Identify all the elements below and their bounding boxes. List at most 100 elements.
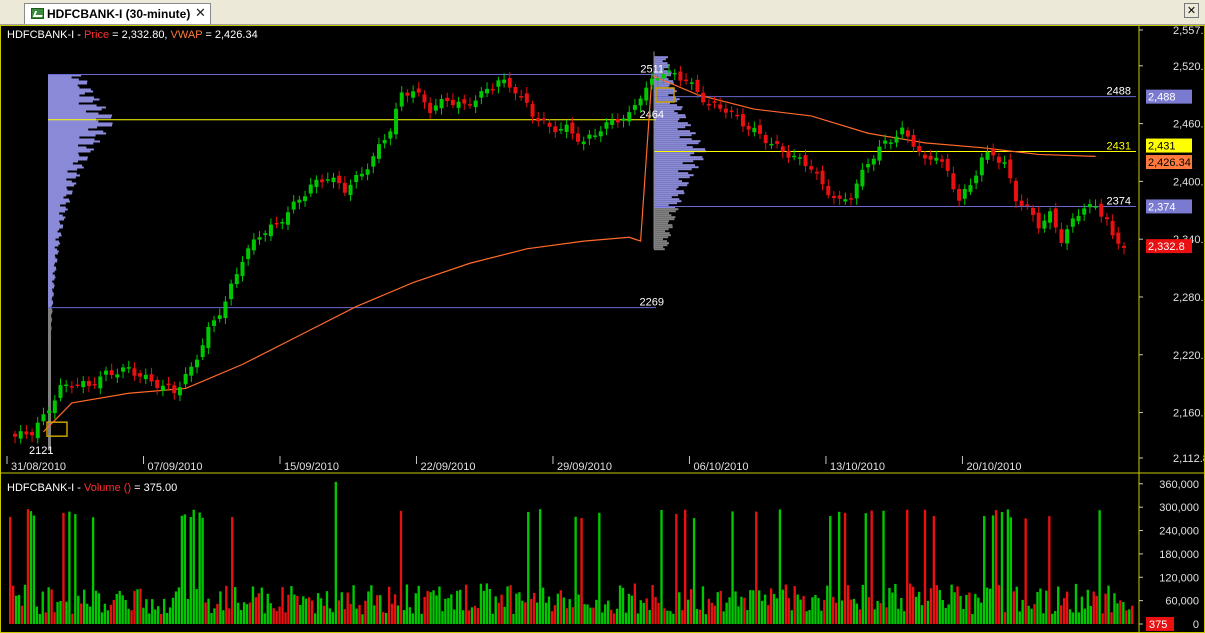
profile-bin xyxy=(48,130,104,133)
volume-bar xyxy=(743,597,746,624)
volume-bar xyxy=(1092,591,1095,624)
candle-down xyxy=(416,88,421,93)
price-volume-chart[interactable]: 2,557.22,520.02,460.02,400.02,340.02,280… xyxy=(1,26,1204,632)
volume-bar xyxy=(242,602,246,624)
candle-down xyxy=(166,383,171,386)
chart-tab[interactable]: HDFCBANK-I (30-minute) ✕ xyxy=(24,3,211,24)
volume-bar xyxy=(521,600,524,624)
profile-bin xyxy=(654,158,704,161)
volume-bar xyxy=(900,597,903,624)
candle-up xyxy=(325,179,330,181)
profile-bin xyxy=(48,300,53,303)
volume-bar xyxy=(35,606,39,624)
volume-bar xyxy=(686,599,690,624)
profile-bin xyxy=(48,370,51,373)
profile-bin xyxy=(48,324,51,327)
volume-bar xyxy=(592,607,595,624)
volume-bar xyxy=(302,596,305,624)
candle-up xyxy=(246,248,251,260)
volume-bar xyxy=(642,602,645,624)
profile-bin xyxy=(48,104,97,107)
profile-bin xyxy=(48,230,58,233)
volume-bar xyxy=(1065,591,1069,624)
profile-bin xyxy=(48,162,73,165)
profile-bin xyxy=(654,152,695,155)
volume-axis-label: 300,000 xyxy=(1159,502,1199,514)
profile-bin xyxy=(48,186,67,189)
volume-bar xyxy=(11,585,15,624)
volume-bar xyxy=(796,594,799,624)
price-axis-label: 2,400.0 xyxy=(1173,176,1204,188)
volume-bar xyxy=(1045,590,1048,624)
candle-down xyxy=(803,155,808,167)
profile-bin xyxy=(654,142,699,145)
volume-bar xyxy=(518,592,521,624)
volume-bar xyxy=(293,594,296,624)
volume-bar xyxy=(319,598,323,624)
volume-bar xyxy=(1122,602,1125,624)
volume-bar xyxy=(308,597,311,624)
volume-bar xyxy=(349,603,352,624)
profile-bin xyxy=(654,140,701,143)
candle-up xyxy=(183,374,188,385)
volume-bar xyxy=(725,602,728,624)
volume-axis-label: 360,000 xyxy=(1159,479,1199,491)
level-label-2431: 2431 xyxy=(1107,141,1131,153)
volume-bar xyxy=(236,602,240,624)
candle-down xyxy=(1099,203,1104,217)
profile-bin xyxy=(48,246,55,249)
volume-bar xyxy=(956,586,959,624)
window-close-button[interactable]: ✕ xyxy=(1184,3,1199,18)
volume-bar xyxy=(68,511,71,624)
volume-bar xyxy=(689,589,693,624)
volume-bar xyxy=(607,600,610,624)
volume-bar xyxy=(162,598,166,624)
profile-bin xyxy=(654,92,674,95)
profile-bin xyxy=(48,116,112,119)
price-badge-label: 2,488 xyxy=(1148,92,1176,104)
volume-bar xyxy=(411,613,414,624)
candle-up xyxy=(206,327,211,348)
candle-up xyxy=(672,72,677,75)
candle-down xyxy=(405,92,410,96)
volume-bar xyxy=(337,600,340,624)
candle-up xyxy=(632,105,637,110)
candle-up xyxy=(900,127,905,135)
volume-bar xyxy=(290,586,293,624)
volume-bar xyxy=(843,512,847,624)
volume-bar xyxy=(586,604,589,624)
volume-bar xyxy=(524,602,527,624)
vwap-label: VWAP xyxy=(170,29,203,41)
candle-down xyxy=(837,195,842,199)
profile-bin xyxy=(48,322,51,325)
price-axis-label: 2,220.0 xyxy=(1173,350,1204,362)
volume-bar xyxy=(515,593,518,624)
volume-bar xyxy=(331,612,335,624)
profile-bin xyxy=(48,96,94,99)
volume-bar xyxy=(441,611,444,624)
profile-bin xyxy=(48,338,51,341)
volume-bar xyxy=(684,509,687,624)
volume-bar xyxy=(459,589,462,624)
volume-bar xyxy=(453,609,456,624)
profile-bin xyxy=(48,180,72,183)
volume-bar xyxy=(500,594,503,624)
volume-bar xyxy=(983,516,986,624)
volume-bar xyxy=(17,594,21,624)
profile-bin xyxy=(48,386,51,389)
profile-bin xyxy=(654,160,694,163)
tab-close-icon[interactable]: ✕ xyxy=(195,5,206,21)
volume-bar xyxy=(1006,509,1010,624)
volume-bar xyxy=(1086,589,1089,624)
volume-bar xyxy=(355,608,358,624)
volume-bar xyxy=(562,597,565,624)
volume-bar xyxy=(47,587,50,624)
candle-down xyxy=(820,170,825,185)
profile-bin xyxy=(654,164,695,167)
volume-bar xyxy=(74,514,77,624)
profile-bin xyxy=(48,440,51,443)
volume-bar xyxy=(737,606,740,624)
profile-bin xyxy=(48,166,84,169)
volume-label: Volume xyxy=(84,482,121,494)
volume-bar xyxy=(692,518,696,624)
